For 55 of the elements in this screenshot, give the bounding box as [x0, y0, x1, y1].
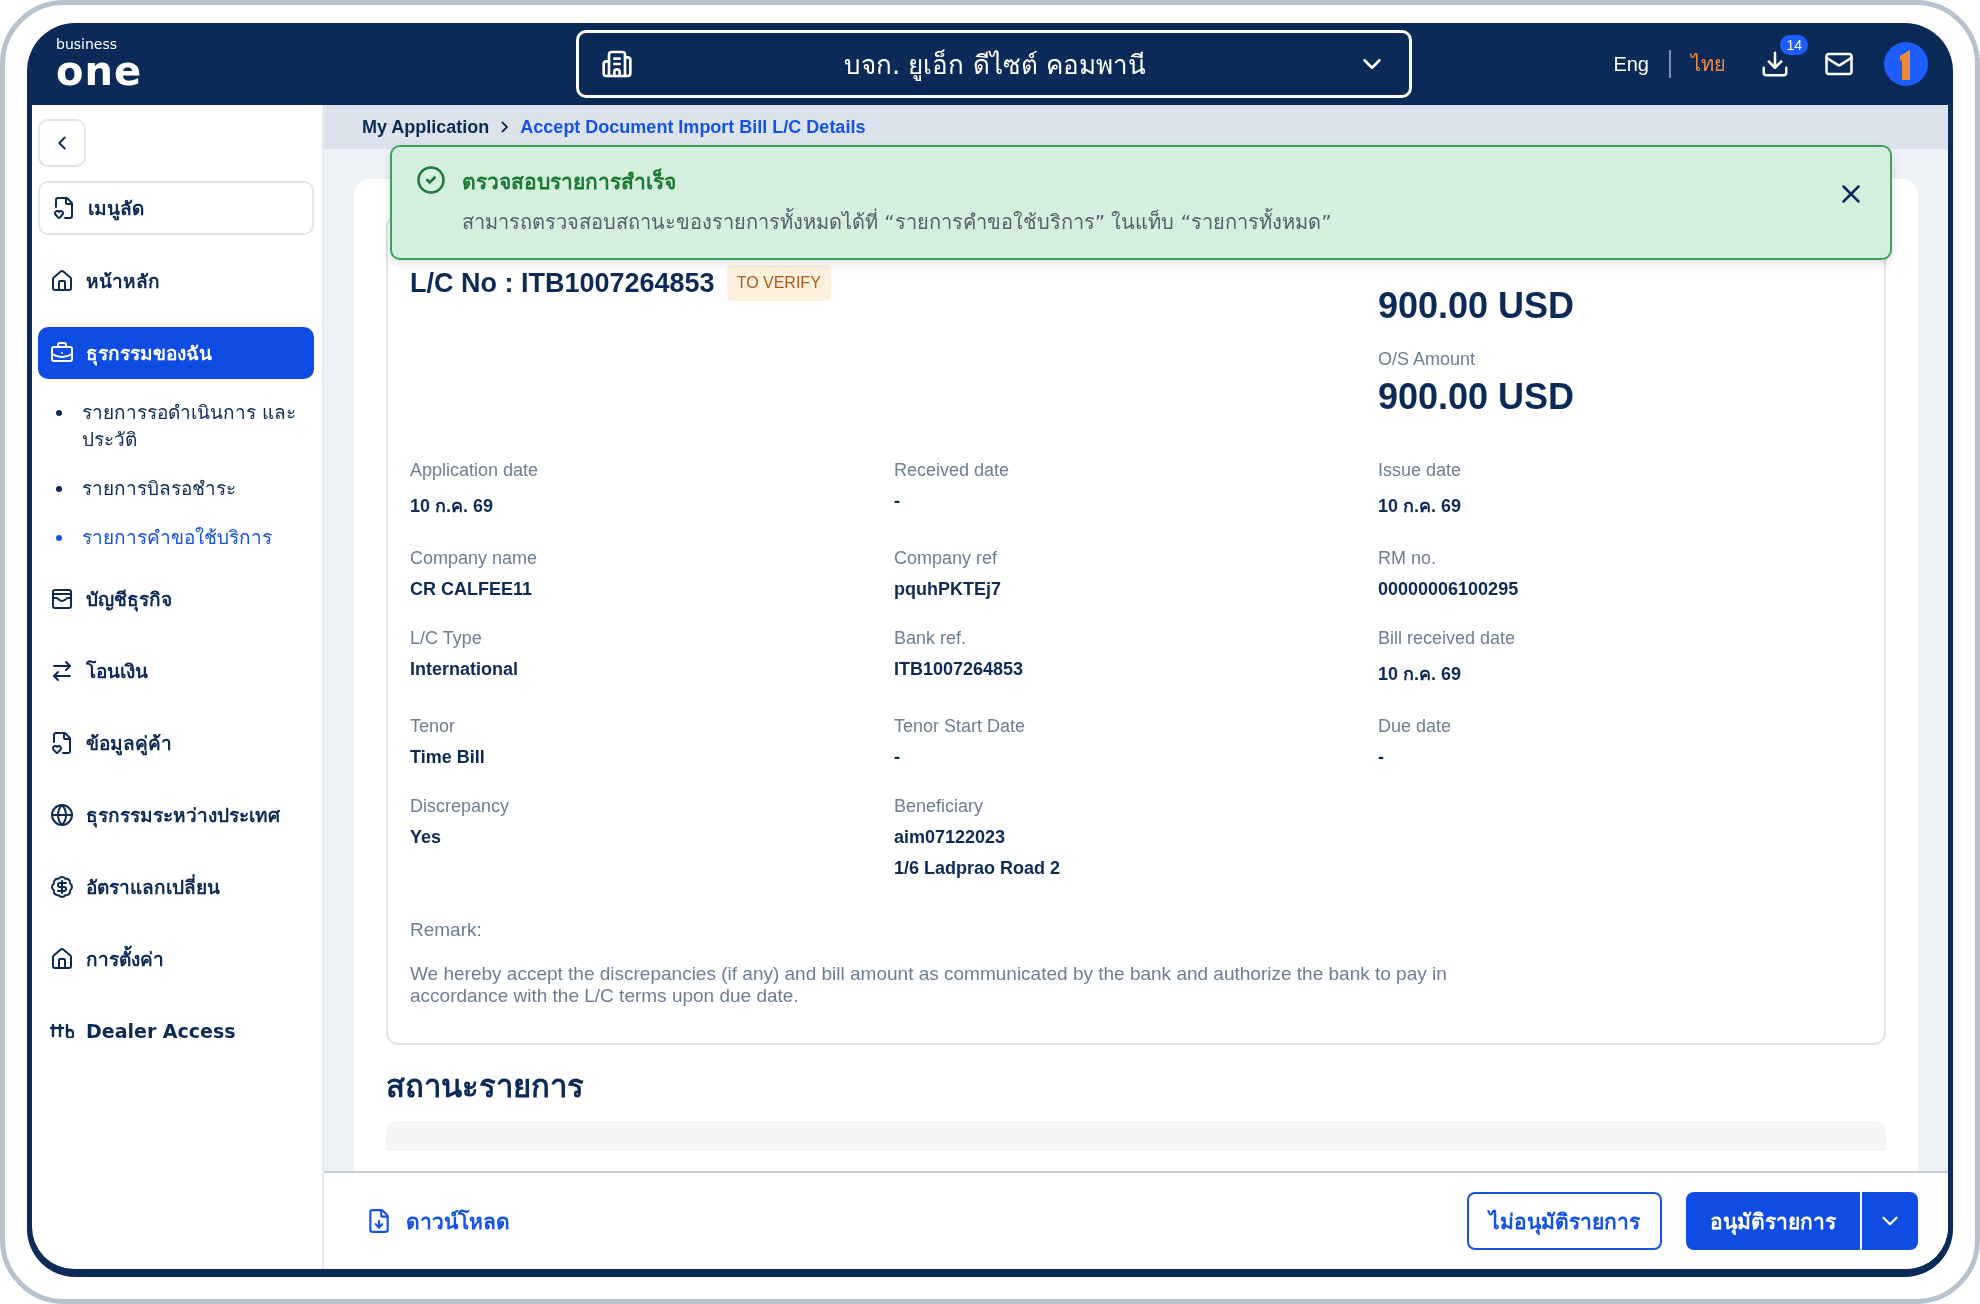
breadcrumb-link[interactable]: My Application [362, 116, 490, 138]
sidebar-subitem[interactable]: รายการบิลรอชำระ [38, 475, 314, 502]
brand-tagline: business [56, 37, 119, 51]
remark-text: We hereby accept the discrepancies (if any) and bill amount as communicated by the bank and authorize the bank to pay in accordance with the L/C terms upon due date. [410, 963, 1448, 1007]
field-value: 00000006100295 [1378, 579, 1520, 600]
field-label: Discrepancy [410, 796, 511, 817]
remark-label: Remark: [410, 919, 483, 941]
toast-title: ตรวจสอบรายการสำเร็จ [462, 167, 677, 196]
field-label: Tenor [410, 716, 457, 737]
sidebar-item[interactable]: เมนูลัด [38, 181, 314, 235]
status-badge: TO VERIFY [726, 265, 831, 301]
field-value: 1/6 Ladprao Road 2 [894, 858, 1062, 879]
field-label: L/C Type [410, 628, 483, 649]
field-value: 10 ก.ค. 69 [410, 495, 495, 518]
field-label: Due date [1378, 716, 1453, 737]
breadcrumb-link[interactable]: Accept Document Import Bill L/C Details [520, 116, 866, 138]
lc-number: L/C No : ITB1007264853 [410, 267, 715, 299]
field-label: RM no. [1378, 548, 1438, 569]
download-link[interactable]: ดาวน์โหลด [360, 1203, 516, 1239]
field-label: Tenor Start Date [894, 716, 1027, 737]
field-label: Issue date [1378, 460, 1463, 481]
language-option[interactable]: Eng [1613, 52, 1649, 76]
field-value: 10 ก.ค. 69 [1378, 495, 1463, 518]
amount-value: 900.00 USD [1378, 285, 1576, 327]
field-value: Yes [410, 827, 443, 848]
brand-logo: one [56, 51, 144, 91]
field-label: Beneficiary [894, 796, 985, 817]
field-label: Company ref [894, 548, 999, 569]
field-value: aim07122023 [894, 827, 1007, 848]
section-title: สถานะรายการ [386, 1067, 585, 1106]
field-label: Received date [894, 460, 1011, 481]
field-label: Bank ref. [894, 628, 968, 649]
notification-badge: 14 [1780, 35, 1808, 55]
field-label: Company name [410, 548, 539, 569]
field-value: International [410, 659, 519, 680]
language-option[interactable]: ไทย [1691, 48, 1726, 80]
sidebar-subitem[interactable]: รายการคำขอใช้บริการ [38, 524, 314, 551]
field-value: 10 ก.ค. 69 [1378, 663, 1463, 686]
amount-value: 900.00 USD [1378, 376, 1576, 418]
field-value: Time Bill [410, 747, 486, 768]
field-value: - [1378, 747, 1385, 768]
sidebar-subitem[interactable]: รายการรอดำเนินการ และประวัติ [38, 399, 314, 453]
sidebar-item[interactable]: ธุรกรรมของฉัน [38, 327, 314, 379]
company-selector[interactable]: บจก. ยูเอ็ก ดีไซต์ คอมพานี [576, 30, 1412, 98]
approve-button[interactable]: อนุมัติรายการ [1686, 1192, 1860, 1250]
field-label: Application date [410, 460, 540, 481]
field-value: - [894, 491, 901, 512]
toast-message: สามารถตรวจสอบสถานะของรายการทั้งหมดได้ที่ “รายการคำขอใช้บริการ” ในแท็บ “รายการทั้งหมด” [462, 207, 1333, 236]
field-label: Bill received date [1378, 628, 1517, 649]
field-value: ITB1007264853 [894, 659, 1025, 680]
field-value: CR CALFEE11 [410, 579, 534, 600]
field-value: - [894, 747, 901, 768]
field-value: pquhPKTEj7 [894, 579, 1002, 600]
amount-label: O/S Amount [1378, 349, 1477, 370]
reject-button[interactable]: ไม่อนุมัติรายการ [1467, 1192, 1662, 1250]
